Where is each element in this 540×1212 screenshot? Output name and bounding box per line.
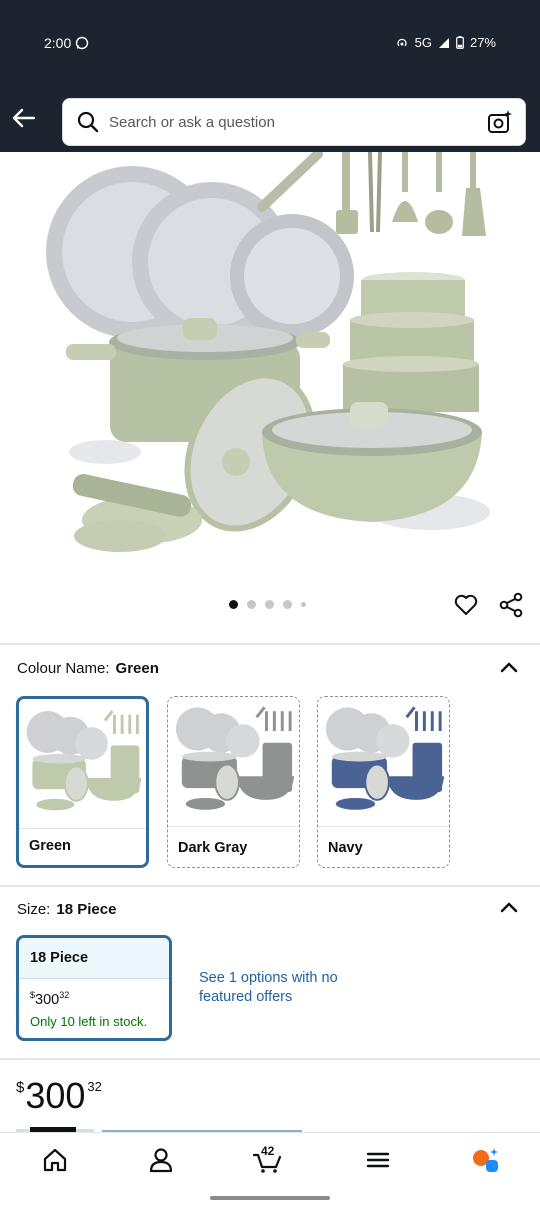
cookware-illustration <box>46 152 490 552</box>
carousel-dot[interactable] <box>229 600 238 609</box>
colour-option-label: Dark Gray <box>178 840 248 856</box>
menu-icon[interactable] <box>363 1145 393 1175</box>
account-icon[interactable] <box>146 1145 176 1175</box>
bottom-navigation: 42 <box>0 1132 540 1212</box>
size-label: Size: <box>17 901 51 918</box>
battery-level: 27% <box>469 35 496 50</box>
colour-option-green[interactable]: Green <box>16 696 149 868</box>
colour-label: Colour Name: <box>17 660 110 677</box>
size-option-price: $30032 <box>30 990 69 1008</box>
carousel-dot[interactable] <box>301 602 306 607</box>
price-fraction: 32 <box>87 1079 102 1094</box>
home-icon[interactable] <box>40 1145 70 1175</box>
colour-option-dark-gray[interactable]: Dark Gray <box>167 696 300 868</box>
rufus-assistant-icon[interactable] <box>470 1145 500 1175</box>
back-arrow-icon[interactable] <box>10 104 38 132</box>
search-icon <box>77 111 99 133</box>
status-bar: 2:00 5G 27% <box>0 0 540 88</box>
price-whole: 300 <box>25 1075 86 1116</box>
image-carousel-dots[interactable] <box>229 600 306 609</box>
collapse-colour-chevron-icon[interactable] <box>500 661 518 673</box>
section-divider <box>0 1058 540 1060</box>
colour-thumbnail <box>318 706 449 827</box>
product-price: $ 300 32 <box>16 1075 102 1117</box>
carousel-dot[interactable] <box>283 600 292 609</box>
search-input[interactable]: Search or ask a question <box>109 114 487 131</box>
wishlist-heart-icon[interactable] <box>453 592 479 618</box>
gesture-home-bar[interactable] <box>210 1196 330 1200</box>
app-header: Search or ask a question <box>0 88 540 152</box>
colour-name-row: Colour Name: Green <box>17 660 159 677</box>
whatsapp-icon <box>76 36 89 50</box>
network-type: 5G <box>414 35 432 50</box>
carousel-dot[interactable] <box>265 600 274 609</box>
other-offers-link[interactable]: See 1 options with no featured offers <box>199 969 369 1007</box>
status-time: 2:00 <box>44 35 72 51</box>
battery-icon <box>456 36 464 49</box>
search-bar[interactable]: Search or ask a question <box>62 98 526 146</box>
cart-count-badge: 42 <box>261 1144 275 1158</box>
colour-thumbnail <box>19 710 146 829</box>
price-currency: $ <box>16 1079 25 1096</box>
product-image[interactable] <box>0 152 540 592</box>
camera-search-icon[interactable] <box>487 109 513 135</box>
colour-selected-value: Green <box>115 660 159 677</box>
product-page: 2:00 5G 27% Search or ask a question Col… <box>0 0 540 1212</box>
size-option-name: 18 Piece <box>19 938 169 979</box>
size-price-fraction: 32 <box>59 990 70 1000</box>
status-time-group: 2:00 <box>44 35 89 51</box>
carousel-dot[interactable] <box>247 600 256 609</box>
collapse-size-chevron-icon[interactable] <box>500 901 518 913</box>
colour-option-label: Green <box>29 838 71 854</box>
colour-option-navy[interactable]: Navy <box>317 696 450 868</box>
size-price-whole: 300 <box>35 991 60 1008</box>
size-selected-value: 18 Piece <box>56 901 117 918</box>
colour-option-label: Navy <box>328 840 363 856</box>
status-indicators: 5G 27% <box>395 35 496 50</box>
size-option-18-piece[interactable]: 18 Piece $30032 Only 10 left in stock. <box>16 935 172 1041</box>
section-divider <box>0 885 540 887</box>
hotspot-icon <box>396 38 407 46</box>
stock-status: Only 10 left in stock. <box>30 1014 148 1029</box>
colour-thumbnail <box>168 706 299 827</box>
section-divider <box>0 643 540 645</box>
size-row: Size: 18 Piece <box>17 901 116 918</box>
signal-icon <box>438 37 449 48</box>
share-icon[interactable] <box>498 592 524 618</box>
